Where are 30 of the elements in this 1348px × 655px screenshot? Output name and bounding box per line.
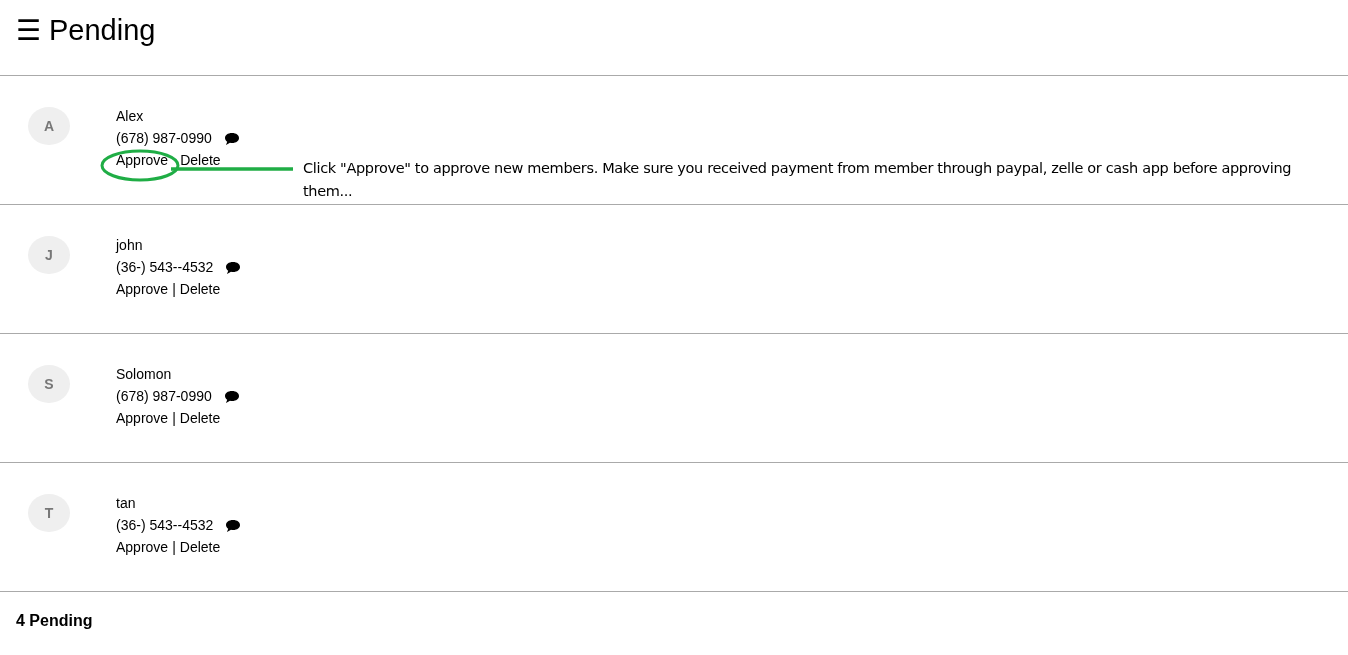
- avatar: A: [28, 107, 70, 145]
- delete-link[interactable]: Delete: [179, 536, 221, 558]
- member-name: john: [116, 236, 144, 255]
- member-name: Solomon: [116, 365, 173, 384]
- avatar: T: [28, 494, 70, 532]
- phone-number: (678) 987-0990: [116, 387, 212, 406]
- pending-count: 4 Pending: [16, 612, 93, 630]
- page-title: Pending: [49, 14, 156, 47]
- approve-link[interactable]: Approve: [116, 536, 169, 558]
- avatar: S: [28, 365, 70, 403]
- chat-icon[interactable]: [223, 390, 240, 404]
- separator: |: [172, 409, 176, 428]
- approve-link[interactable]: Approve: [116, 407, 169, 429]
- instruction-note: Click "Approve" to approve new members. Make sure you received payment from member through paypal, zelle or cash app before approving them...: [303, 159, 1293, 201]
- chat-icon[interactable]: [225, 519, 242, 533]
- separator: |: [172, 538, 176, 557]
- menu-icon[interactable]: ☰: [16, 16, 41, 45]
- phone-number: (678) 987-0990: [116, 129, 212, 148]
- delete-link[interactable]: Delete: [179, 407, 221, 429]
- separator: |: [172, 280, 176, 299]
- chat-icon[interactable]: [223, 132, 240, 146]
- delete-link[interactable]: Delete: [180, 149, 221, 171]
- member-name: Alex: [116, 107, 145, 126]
- approve-link[interactable]: Approve: [116, 278, 169, 300]
- avatar: J: [28, 236, 70, 274]
- delete-link[interactable]: Delete: [179, 278, 221, 300]
- phone-number: (36-) 543--4532: [116, 258, 214, 277]
- phone-number: (36-) 543--4532: [116, 516, 214, 535]
- chat-icon[interactable]: [225, 261, 242, 275]
- member-name: tan: [116, 494, 137, 513]
